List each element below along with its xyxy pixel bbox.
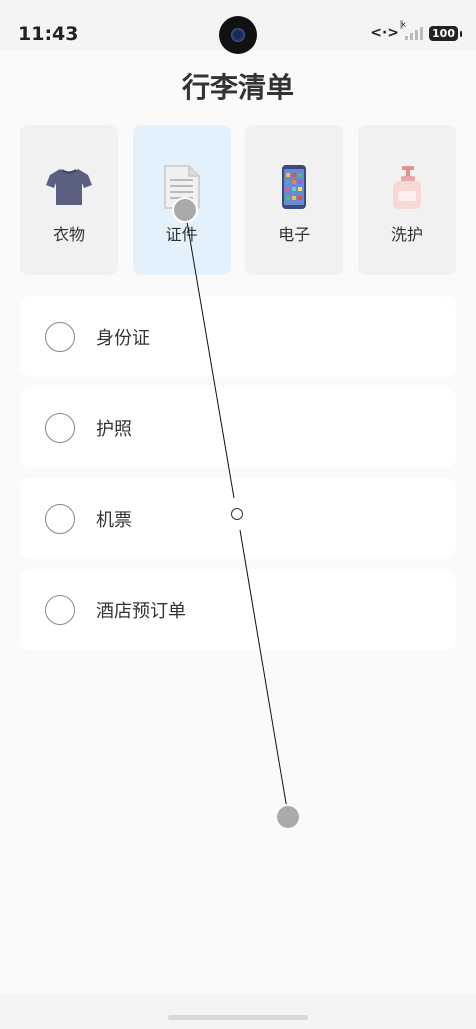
category-row: 衣物 证件 电子 洗护	[20, 125, 456, 275]
category-label: 衣物	[52, 225, 85, 244]
status-bar: 11:43 <·> × 100	[0, 0, 476, 54]
front-camera	[219, 16, 257, 54]
signal-icon: ×	[400, 20, 424, 40]
item-label: 酒店预订单	[96, 600, 186, 622]
category-label: 电子	[278, 225, 311, 244]
status-time: 11:43	[18, 23, 79, 45]
item-label: 护照	[96, 418, 132, 440]
category-card-documents[interactable]: 证件	[132, 125, 231, 275]
list-item[interactable]: 护照	[20, 387, 456, 468]
lotion-icon	[383, 163, 431, 211]
list-item[interactable]: 身份证	[20, 296, 456, 377]
page-title: 行李清单	[181, 71, 294, 104]
item-label: 身份证	[96, 327, 150, 349]
category-card-toiletries[interactable]: 洗护	[357, 125, 456, 275]
list-item[interactable]: 机票	[20, 478, 456, 559]
status-icons: <·> × 100	[370, 20, 462, 41]
category-card-clothes[interactable]: 衣物	[20, 125, 118, 275]
navigation-bar	[0, 994, 476, 1029]
item-checkbox[interactable]	[45, 503, 75, 534]
gesture-end-marker	[275, 804, 301, 830]
code-icon: <·>	[370, 25, 400, 41]
battery-icon: 100	[429, 25, 462, 41]
category-card-electronics[interactable]: 电子	[245, 125, 344, 275]
category-label: 洗护	[390, 225, 423, 244]
document-icon	[158, 163, 206, 211]
phone-icon	[270, 163, 318, 211]
category-label: 证件	[165, 225, 198, 244]
item-checkbox[interactable]	[45, 412, 75, 443]
item-checkbox[interactable]	[45, 321, 75, 352]
checklist: 身份证 护照 机票 酒店预订单	[20, 296, 456, 660]
item-checkbox[interactable]	[45, 594, 75, 625]
tshirt-icon	[45, 163, 93, 211]
list-item[interactable]: 酒店预订单	[20, 569, 456, 650]
item-label: 机票	[96, 509, 132, 531]
home-indicator[interactable]	[168, 1015, 308, 1020]
